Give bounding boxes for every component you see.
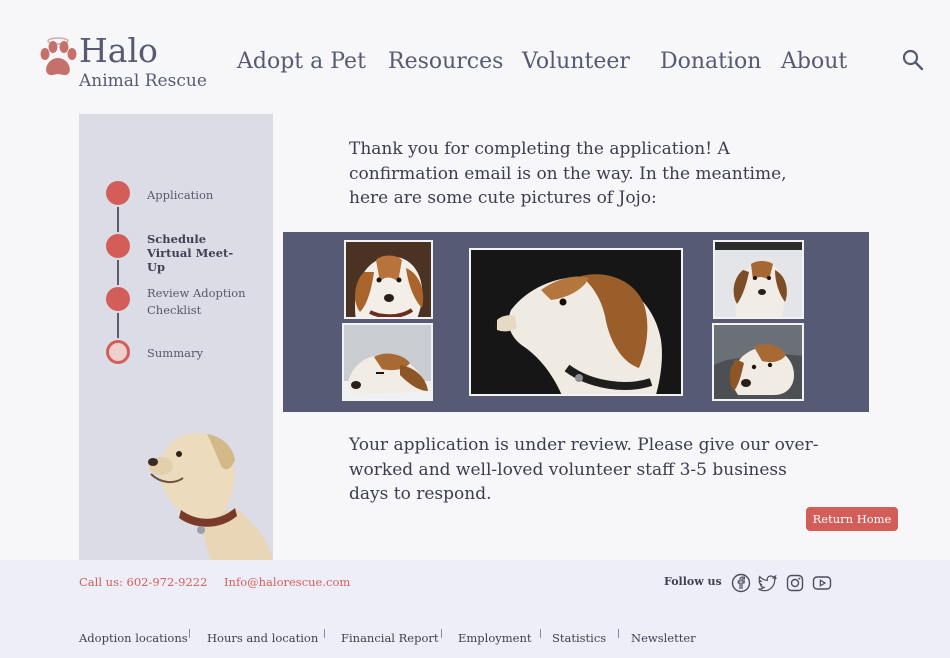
step-label-schedule[interactable]: Schedule Virtual Meet-Up: [147, 232, 247, 274]
confirmation-message: Thank you for completing the application…: [349, 139, 787, 208]
instagram-icon[interactable]: [785, 573, 805, 593]
paw-logo-icon[interactable]: [36, 36, 80, 80]
step-dot-checklist[interactable]: [106, 287, 130, 311]
nav-about[interactable]: About: [781, 49, 847, 74]
follow-us-label: Follow us: [664, 575, 722, 588]
jojo-photo-4[interactable]: [713, 240, 804, 319]
phone-link[interactable]: Call us: 602-972-9222: [79, 575, 207, 589]
nav-volunteer[interactable]: Volunteer: [522, 49, 630, 74]
facebook-icon[interactable]: [731, 573, 751, 593]
beagle-sitting-image: [715, 242, 802, 317]
jojo-photo-2[interactable]: [342, 323, 433, 401]
footer-separator: [189, 629, 190, 638]
step-dot-application[interactable]: [106, 181, 130, 205]
footer-separator: [540, 629, 541, 638]
step-label-summary[interactable]: Summary: [147, 346, 267, 360]
beagle-resting-image: [714, 325, 802, 399]
progress-line: [117, 194, 119, 352]
footer-link-financial-report[interactable]: Financial Report: [341, 631, 439, 645]
brand-tagline: Animal Rescue: [79, 71, 207, 91]
twitter-icon[interactable]: [758, 573, 778, 593]
beagle-profile-image: [471, 250, 681, 394]
footer-separator: [618, 629, 619, 638]
footer-separator: [324, 629, 325, 638]
labrador-image: [148, 432, 273, 560]
footer-link-newsletter[interactable]: Newsletter: [631, 631, 696, 645]
email-link[interactable]: Info@halorescue.com: [224, 575, 350, 589]
review-message: Your application is under review. Please…: [349, 435, 819, 504]
brand-name[interactable]: Halo: [79, 31, 158, 71]
search-icon[interactable]: [901, 48, 925, 72]
footer-separator: [441, 629, 442, 638]
footer-link-adoption-locations[interactable]: Adoption locations: [79, 631, 188, 645]
step-label-application[interactable]: Application: [147, 188, 267, 202]
footer-link-employment[interactable]: Employment: [458, 631, 532, 645]
footer: Call us: 602-972-9222 Info@halorescue.co…: [0, 560, 950, 658]
return-home-button[interactable]: Return Home: [806, 507, 898, 531]
photo-gallery: [283, 232, 869, 412]
footer-link-statistics[interactable]: Statistics: [552, 631, 606, 645]
step-dot-summary[interactable]: [106, 340, 130, 364]
progress-sidebar: Application Schedule Virtual Meet-Up Rev…: [79, 114, 273, 560]
jojo-photo-5[interactable]: [712, 323, 804, 401]
step-dot-schedule[interactable]: [106, 234, 130, 258]
beagle-image: [346, 242, 431, 317]
nav-resources[interactable]: Resources: [388, 49, 503, 74]
youtube-icon[interactable]: [812, 573, 832, 593]
jojo-photo-1[interactable]: [344, 240, 433, 319]
footer-link-hours[interactable]: Hours and location: [207, 631, 318, 645]
nav-donation[interactable]: Donation: [660, 49, 761, 74]
sleeping-beagle-image: [344, 325, 431, 399]
nav-adopt-a-pet[interactable]: Adopt a Pet: [237, 49, 366, 74]
step-label-checklist[interactable]: Review Adoption Checklist: [147, 285, 247, 319]
jojo-photo-3[interactable]: [469, 248, 683, 396]
